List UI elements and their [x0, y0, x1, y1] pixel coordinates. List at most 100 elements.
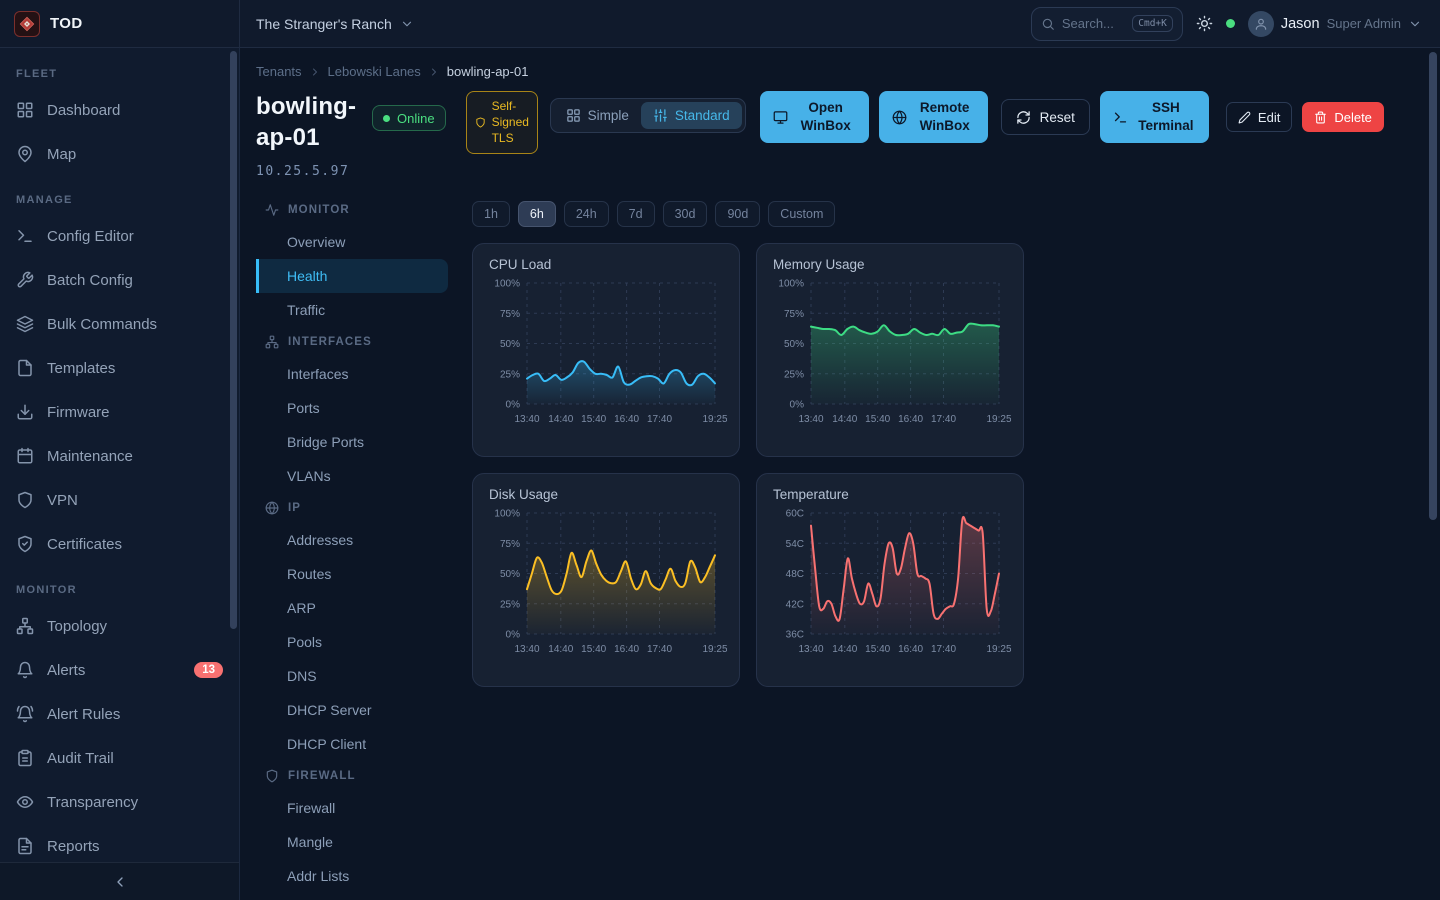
subnav-item-dns[interactable]: DNS	[256, 659, 448, 693]
subnav-item-traffic[interactable]: Traffic	[256, 293, 448, 327]
sidebar-item-map[interactable]: Map	[0, 132, 239, 176]
sidebar-section-label-manage: MANAGE	[0, 176, 239, 214]
range-7d-button[interactable]: 7d	[617, 201, 655, 227]
network-icon	[265, 335, 279, 349]
sidebar-item-certificates[interactable]: Certificates	[0, 522, 239, 566]
connection-status-dot	[1226, 19, 1235, 28]
chart-canvas: 0%25%50%75%100%13:4014:4015:4016:4017:40…	[485, 505, 727, 661]
breadcrumb-item-lebowski-lanes[interactable]: Lebowski Lanes	[328, 64, 421, 79]
theme-toggle-button[interactable]	[1196, 15, 1213, 32]
subnav-item-vlans[interactable]: VLANs	[256, 459, 448, 493]
open-winbox-button[interactable]: Open WinBox	[760, 91, 869, 143]
terminal-icon	[1113, 110, 1128, 125]
sidebar-item-label: Bulk Commands	[47, 316, 157, 333]
range-90d-button[interactable]: 90d	[715, 201, 760, 227]
subnav-item-arp[interactable]: ARP	[256, 591, 448, 625]
svg-text:15:40: 15:40	[865, 414, 890, 425]
tls-badge-label: Self-Signed TLS	[492, 98, 529, 147]
sidebar-item-firmware[interactable]: Firmware	[0, 390, 239, 434]
svg-text:25%: 25%	[500, 599, 520, 610]
sidebar-item-maintenance[interactable]: Maintenance	[0, 434, 239, 478]
subnav-header-ip: IP	[256, 493, 448, 523]
svg-text:100%: 100%	[494, 509, 520, 520]
range-24h-button[interactable]: 24h	[564, 201, 609, 227]
subnav-item-dhcp-client[interactable]: DHCP Client	[256, 727, 448, 761]
subnav-item-health[interactable]: Health	[256, 259, 448, 293]
sidebar-item-label: Templates	[47, 360, 115, 377]
svg-text:14:40: 14:40	[548, 414, 573, 425]
chevron-down-icon	[400, 17, 414, 31]
sidebar-item-reports[interactable]: Reports	[0, 824, 239, 862]
sidebar-item-dashboard[interactable]: Dashboard	[0, 88, 239, 132]
shield-check-icon	[16, 535, 34, 553]
tenant-switcher[interactable]: The Stranger's Ranch	[256, 16, 414, 32]
subnav-item-firewall[interactable]: Firewall	[256, 791, 448, 825]
shell: FLEETDashboardMapMANAGEConfig EditorBatc…	[0, 48, 1440, 900]
sliders-icon	[653, 108, 668, 123]
download-icon	[16, 403, 34, 421]
app-title: TOD	[50, 15, 83, 32]
breadcrumb-item-tenants[interactable]: Tenants	[256, 64, 302, 79]
subnav-item-interfaces[interactable]: Interfaces	[256, 357, 448, 391]
device-header: bowling-ap-01 10.25.5.97 Online Self-Sig…	[256, 91, 1440, 179]
subnav-item-addresses[interactable]: Addresses	[256, 523, 448, 557]
subnav-item-dhcp-server[interactable]: DHCP Server	[256, 693, 448, 727]
shield-icon	[16, 491, 34, 509]
sidebar-item-config-editor[interactable]: Config Editor	[0, 214, 239, 258]
delete-button[interactable]: Delete	[1302, 102, 1384, 132]
range-1h-button[interactable]: 1h	[472, 201, 510, 227]
sidebar-item-transparency[interactable]: Transparency	[0, 780, 239, 824]
subnav-item-pools[interactable]: Pools	[256, 625, 448, 659]
user-menu[interactable]: Jason Super Admin	[1248, 11, 1422, 37]
subnav-item-mangle[interactable]: Mangle	[256, 825, 448, 859]
chart-card-cpu-load: CPU Load0%25%50%75%100%13:4014:4015:4016…	[472, 243, 740, 457]
search-input[interactable]: Search... Cmd+K	[1031, 7, 1183, 41]
main-scrollbar[interactable]	[1429, 52, 1437, 520]
svg-text:16:40: 16:40	[898, 644, 923, 655]
svg-text:75%: 75%	[784, 309, 804, 320]
sidebar-item-alert-rules[interactable]: Alert Rules	[0, 692, 239, 736]
sidebar-item-bulk-commands[interactable]: Bulk Commands	[0, 302, 239, 346]
sidebar-item-label: Topology	[47, 618, 107, 635]
shield-icon	[265, 769, 279, 783]
sidebar-item-alerts[interactable]: Alerts13	[0, 648, 239, 692]
mode-simple-button[interactable]: Simple	[554, 102, 641, 129]
subnav-item-routes[interactable]: Routes	[256, 557, 448, 591]
svg-text:75%: 75%	[500, 539, 520, 550]
sidebar-item-topology[interactable]: Topology	[0, 604, 239, 648]
svg-text:13:40: 13:40	[514, 414, 539, 425]
sidebar-item-templates[interactable]: Templates	[0, 346, 239, 390]
mode-standard-button[interactable]: Standard	[641, 102, 742, 129]
chart-canvas: 0%25%50%75%100%13:4014:4015:4016:4017:40…	[485, 275, 727, 431]
svg-text:50%: 50%	[500, 339, 520, 350]
subnav-item-overview[interactable]: Overview	[256, 225, 448, 259]
sidebar-item-batch-config[interactable]: Batch Config	[0, 258, 239, 302]
subnav-item-addr-lists[interactable]: Addr Lists	[256, 859, 448, 893]
range-custom-button[interactable]: Custom	[768, 201, 835, 227]
calendar-icon	[16, 447, 34, 465]
device-subnav: MONITOROverviewHealthTrafficINTERFACESIn…	[256, 195, 448, 900]
chart-canvas: 36C42C48C54C60C13:4014:4015:4016:4017:40…	[769, 505, 1011, 661]
sidebar-scrollbar[interactable]	[230, 51, 237, 629]
svg-text:14:40: 14:40	[832, 414, 857, 425]
sidebar-item-vpn[interactable]: VPN	[0, 478, 239, 522]
range-6h-button[interactable]: 6h	[518, 201, 556, 227]
brand: TOD	[0, 0, 240, 47]
sidebar-item-label: Firmware	[47, 404, 110, 421]
refresh-icon	[1016, 110, 1031, 125]
remote-winbox-button[interactable]: Remote WinBox	[879, 91, 988, 143]
terminal-icon	[16, 227, 34, 245]
range-30d-button[interactable]: 30d	[663, 201, 708, 227]
subnav-item-ports[interactable]: Ports	[256, 391, 448, 425]
chart-title: Memory Usage	[757, 244, 1023, 272]
subnav-item-conntrack[interactable]: ConnTrack	[256, 893, 448, 900]
edit-button[interactable]: Edit	[1226, 102, 1292, 132]
sidebar-item-label: VPN	[47, 492, 78, 509]
reset-button[interactable]: Reset	[1001, 99, 1090, 135]
sidebar-item-audit-trail[interactable]: Audit Trail	[0, 736, 239, 780]
ssh-terminal-button[interactable]: SSH Terminal	[1100, 91, 1209, 143]
svg-text:19:25: 19:25	[986, 644, 1011, 655]
sidebar-collapse-button[interactable]	[0, 862, 239, 900]
subnav-item-bridge-ports[interactable]: Bridge Ports	[256, 425, 448, 459]
svg-text:17:40: 17:40	[647, 414, 672, 425]
